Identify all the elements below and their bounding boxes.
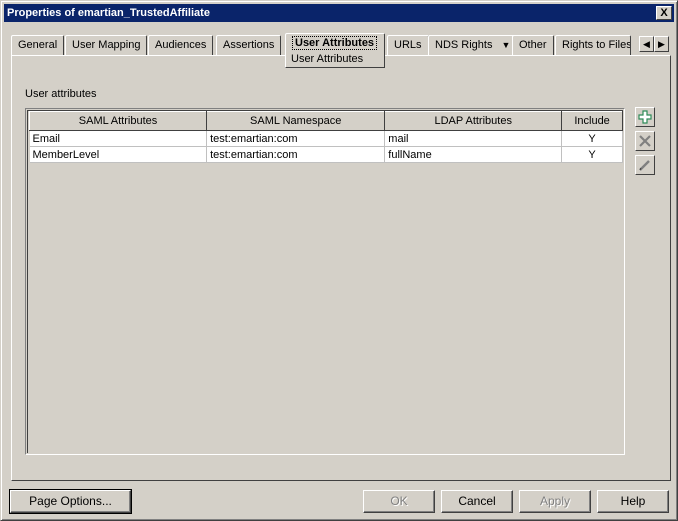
tab-general[interactable]: General: [11, 35, 65, 55]
properties-dialog: Properties of emartian_TrustedAffiliate …: [0, 0, 678, 521]
delete-button[interactable]: [635, 131, 655, 151]
column-header-namespace[interactable]: SAML Namespace: [206, 111, 386, 131]
section-label: User attributes: [25, 88, 97, 100]
scroll-right-icon[interactable]: ▶: [654, 36, 669, 52]
tab-user-mapping[interactable]: User Mapping: [65, 35, 148, 55]
page-options-button[interactable]: Page Options...: [9, 489, 132, 514]
dropdown-arrow-icon: ▼: [501, 40, 511, 50]
title-bar: Properties of emartian_TrustedAffiliate …: [4, 4, 674, 22]
window-title: Properties of emartian_TrustedAffiliate: [7, 7, 210, 19]
pencil-icon: [639, 160, 650, 171]
add-icon: [638, 110, 652, 124]
tab-urls[interactable]: URLs: [387, 35, 429, 55]
table-row[interactable]: Email test:emartian:com mail Y: [29, 130, 623, 147]
edit-button[interactable]: [635, 155, 655, 175]
cell-include: Y: [561, 130, 623, 147]
tab-other[interactable]: Other: [512, 35, 554, 55]
cell-saml: MemberLevel: [29, 146, 208, 163]
tab-nds-rights-label: NDS Rights: [435, 39, 493, 51]
subtab-user-attributes[interactable]: User Attributes: [285, 52, 385, 68]
close-button[interactable]: X: [656, 6, 672, 20]
table: SAML Attributes SAML Namespace LDAP Attr…: [28, 111, 623, 163]
cell-include: Y: [561, 146, 623, 163]
tab-user-attributes-label: User Attributes: [292, 36, 378, 50]
attributes-table: SAML Attributes SAML Namespace LDAP Attr…: [25, 108, 625, 455]
table-frame: SAML Attributes SAML Namespace LDAP Attr…: [27, 110, 623, 453]
cell-saml: Email: [29, 130, 208, 147]
cancel-button[interactable]: Cancel: [441, 490, 513, 513]
tab-rights-to-files[interactable]: Rights to Files: [555, 35, 631, 55]
tab-nds-rights[interactable]: NDS Rights ▼: [428, 35, 518, 55]
cell-ldap: fullName: [384, 146, 563, 163]
cell-namespace: test:emartian:com: [206, 130, 386, 147]
scroll-left-icon[interactable]: ◀: [639, 36, 654, 52]
cell-namespace: test:emartian:com: [206, 146, 386, 163]
help-button[interactable]: Help: [597, 490, 669, 513]
page-options-label: Page Options...: [29, 494, 112, 508]
table-row[interactable]: MemberLevel test:emartian:com fullName Y: [29, 146, 623, 163]
ok-button[interactable]: OK: [363, 490, 435, 513]
add-button[interactable]: [635, 107, 655, 127]
header-row: SAML Attributes SAML Namespace LDAP Attr…: [28, 111, 623, 131]
tab-assertions[interactable]: Assertions: [216, 35, 282, 55]
tab-audiences[interactable]: Audiences: [148, 35, 214, 55]
delete-icon: [639, 135, 651, 147]
column-header-saml[interactable]: SAML Attributes: [28, 111, 208, 131]
column-header-include[interactable]: Include: [561, 111, 623, 131]
column-header-ldap[interactable]: LDAP Attributes: [384, 111, 563, 131]
apply-button[interactable]: Apply: [519, 490, 591, 513]
cell-ldap: mail: [384, 130, 563, 147]
